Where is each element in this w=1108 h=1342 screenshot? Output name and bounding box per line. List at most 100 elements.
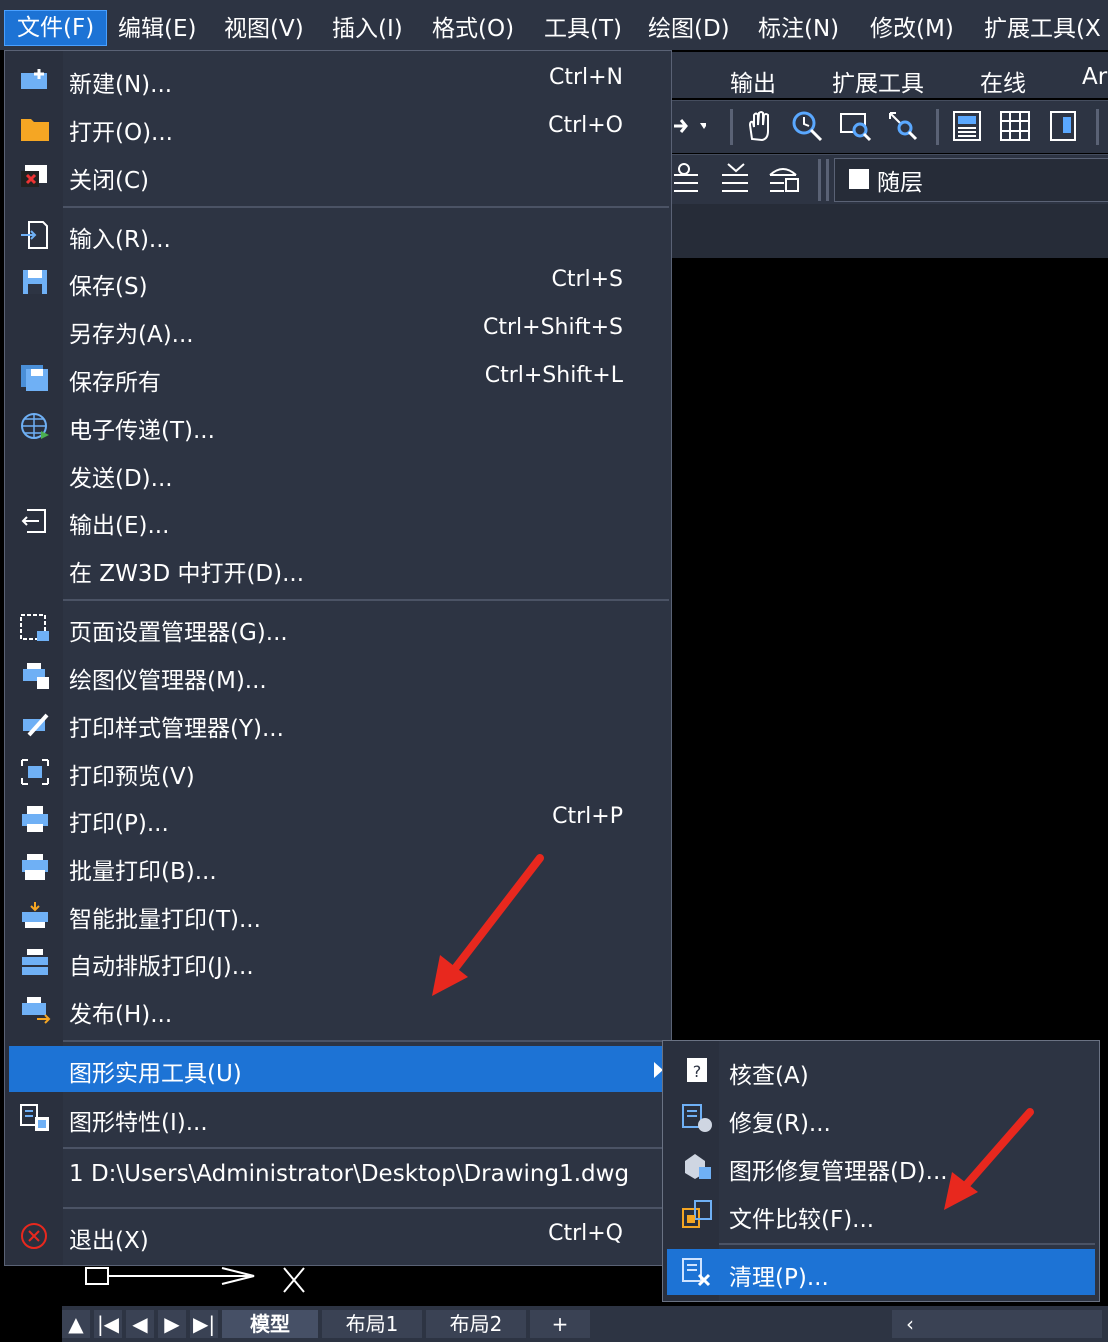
ribbon-tabs: 输出 扩展工具 在线 Ar xyxy=(672,52,1108,98)
add-layout-button[interactable]: + xyxy=(530,1310,590,1338)
ribbon-panel-strip xyxy=(672,204,1108,258)
save-all-icon xyxy=(21,365,48,391)
publish-icon xyxy=(22,997,51,1024)
menu-item-plot-style-manager[interactable]: 打印样式管理器(Y)... xyxy=(5,701,671,747)
tab-layout1[interactable]: 布局1 xyxy=(322,1310,422,1338)
recover-icon xyxy=(682,1104,712,1132)
menu-item-plotter-manager[interactable]: 绘图仪管理器(M)... xyxy=(5,653,671,699)
first-tab-icon[interactable]: |◀ xyxy=(94,1310,122,1338)
pan-hand-icon[interactable] xyxy=(742,109,776,143)
submenu-item-file-compare[interactable]: 文件比较(F)... xyxy=(667,1191,1095,1237)
submenu-item-recovery-manager[interactable]: 图形修复管理器(D)... xyxy=(667,1143,1095,1189)
scroll-up-icon[interactable]: ▲ xyxy=(62,1310,90,1338)
menu-item-print-preview[interactable]: 打印预览(V) xyxy=(5,749,671,795)
menu-item-etransmit[interactable]: 电子传递(T)... xyxy=(5,403,671,449)
svg-text:?: ? xyxy=(693,1062,702,1081)
menu-item-drawing-utilities[interactable]: 图形实用工具(U) xyxy=(9,1046,667,1092)
menu-item-drawing-properties[interactable]: 图形特性(I)... xyxy=(5,1095,671,1141)
drawing-utilities-submenu: ? 核查(A) 修复(R)... 图形修复管理器(D)... 文件比较(F)..… xyxy=(662,1040,1100,1302)
plot-style-icon xyxy=(23,713,49,737)
menu-item-open-in-zw3d[interactable]: 在 ZW3D 中打开(D)... xyxy=(5,546,671,592)
new-file-icon xyxy=(21,69,47,89)
tab-extensions[interactable]: 扩展工具 xyxy=(832,64,924,98)
export-icon xyxy=(21,509,46,533)
smart-batch-print-icon xyxy=(22,902,48,928)
menu-file[interactable]: 文件(F) xyxy=(4,10,108,46)
file-menu: 新建(N)... Ctrl+N 打开(O)... Ctrl+O 关闭(C) 输入(R… xyxy=(4,50,672,1266)
tab-layout2[interactable]: 布局2 xyxy=(426,1310,526,1338)
tab-output[interactable]: 输出 xyxy=(730,64,776,98)
layer-dropdown[interactable]: 随层 xyxy=(834,158,1108,202)
tab-ar[interactable]: Ar xyxy=(1082,64,1107,90)
zoom-previous-icon[interactable] xyxy=(886,109,920,143)
auto-layout-print-icon xyxy=(22,949,48,975)
named-views-icon[interactable] xyxy=(950,109,984,143)
exit-icon xyxy=(21,1223,47,1249)
tab-model[interactable]: 模型 xyxy=(222,1310,318,1338)
layout-tab-bar: ▲ |◀ ◀ ▶ ▶| 模型 布局1 布局2 + ‹ xyxy=(62,1306,1108,1342)
next-tab-icon[interactable]: ▶ xyxy=(158,1310,186,1338)
menu-item-smart-batch-print[interactable]: 智能批量打印(T)... xyxy=(5,892,671,938)
menu-item-print[interactable]: 打印(P)... Ctrl+P xyxy=(5,796,671,842)
layer-previous-icon[interactable] xyxy=(718,161,752,195)
close-file-icon xyxy=(21,165,47,187)
audit-icon: ? xyxy=(687,1058,707,1082)
menu-view[interactable]: 视图(V) xyxy=(224,12,304,46)
menu-item-import[interactable]: 输入(R)... xyxy=(5,212,671,258)
horizontal-scrollbar[interactable]: ‹ xyxy=(892,1310,1102,1338)
menu-item-open[interactable]: 打开(O)... Ctrl+O xyxy=(5,105,671,151)
printer-icon xyxy=(22,806,48,832)
menu-item-recent-file-1[interactable]: 1 D:\Users\Administrator\Desktop\Drawing… xyxy=(5,1153,671,1199)
menu-item-publish[interactable]: 发布(H)... xyxy=(5,987,671,1033)
import-icon xyxy=(21,221,48,249)
folder-open-icon xyxy=(21,119,49,141)
viewports-icon[interactable] xyxy=(998,109,1032,143)
chevron-down-icon[interactable] xyxy=(672,109,706,143)
layer-state-icon[interactable] xyxy=(672,161,706,195)
layer-color-swatch xyxy=(849,169,869,189)
menu-item-new[interactable]: 新建(N)... Ctrl+N xyxy=(5,57,671,103)
menu-extensions[interactable]: 扩展工具(X xyxy=(984,12,1101,46)
layer-manager-icon[interactable] xyxy=(766,161,800,195)
menu-bar: 文件(F) 编辑(E) 视图(V) 插入(I) 格式(O) 工具(T) 绘图(D… xyxy=(0,0,1108,50)
menu-modify[interactable]: 修改(M) xyxy=(870,12,954,46)
menu-insert[interactable]: 插入(I) xyxy=(332,12,403,46)
menu-item-close[interactable]: 关闭(C) xyxy=(5,153,671,199)
print-preview-icon xyxy=(21,759,49,785)
recovery-manager-icon xyxy=(685,1154,711,1179)
menu-item-export[interactable]: 输出(E)... xyxy=(5,498,671,544)
menu-draw[interactable]: 绘图(D) xyxy=(648,12,730,46)
batch-print-icon xyxy=(22,854,48,880)
layer-value: 随层 xyxy=(877,170,923,196)
menu-item-page-setup[interactable]: 页面设置管理器(G)... xyxy=(5,605,671,651)
drawing-canvas-ucs xyxy=(62,1266,662,1306)
menu-item-batch-print[interactable]: 批量打印(B)... xyxy=(5,844,671,890)
purge-icon xyxy=(682,1258,711,1287)
ucs-icon xyxy=(85,1267,305,1293)
menu-tools[interactable]: 工具(T) xyxy=(544,12,622,46)
menu-format[interactable]: 格式(O) xyxy=(432,12,514,46)
submenu-item-audit[interactable]: ? 核查(A) xyxy=(667,1047,1095,1093)
last-tab-icon[interactable]: ▶| xyxy=(190,1310,218,1338)
menu-item-send[interactable]: 发送(D)... xyxy=(5,451,671,497)
file-compare-icon xyxy=(682,1200,712,1228)
tab-online[interactable]: 在线 xyxy=(980,64,1026,98)
page-setup-icon xyxy=(20,614,49,641)
drawing-properties-icon xyxy=(20,1104,49,1131)
toolbar-view xyxy=(672,100,1108,153)
zoom-window-icon[interactable] xyxy=(838,109,872,143)
submenu-item-purge[interactable]: 清理(P)... xyxy=(667,1249,1095,1295)
menu-item-exit[interactable]: 退出(X) Ctrl+Q xyxy=(5,1213,671,1259)
etransmit-globe-icon xyxy=(21,413,49,439)
plotter-manager-icon xyxy=(23,663,49,689)
menu-item-save-as[interactable]: 另存为(A)... Ctrl+Shift+S xyxy=(5,307,671,353)
menu-edit[interactable]: 编辑(E) xyxy=(118,12,196,46)
prev-tab-icon[interactable]: ◀ xyxy=(126,1310,154,1338)
zoom-realtime-icon[interactable] xyxy=(790,109,824,143)
menu-item-auto-layout-print[interactable]: 自动排版打印(J)... xyxy=(5,939,671,985)
layout-icon[interactable] xyxy=(1046,109,1080,143)
menu-dimension[interactable]: 标注(N) xyxy=(758,12,839,46)
submenu-item-recover[interactable]: 修复(R)... xyxy=(667,1095,1095,1141)
menu-item-save[interactable]: 保存(S) Ctrl+S xyxy=(5,259,671,305)
menu-item-save-all[interactable]: 保存所有 Ctrl+Shift+L xyxy=(5,355,671,401)
